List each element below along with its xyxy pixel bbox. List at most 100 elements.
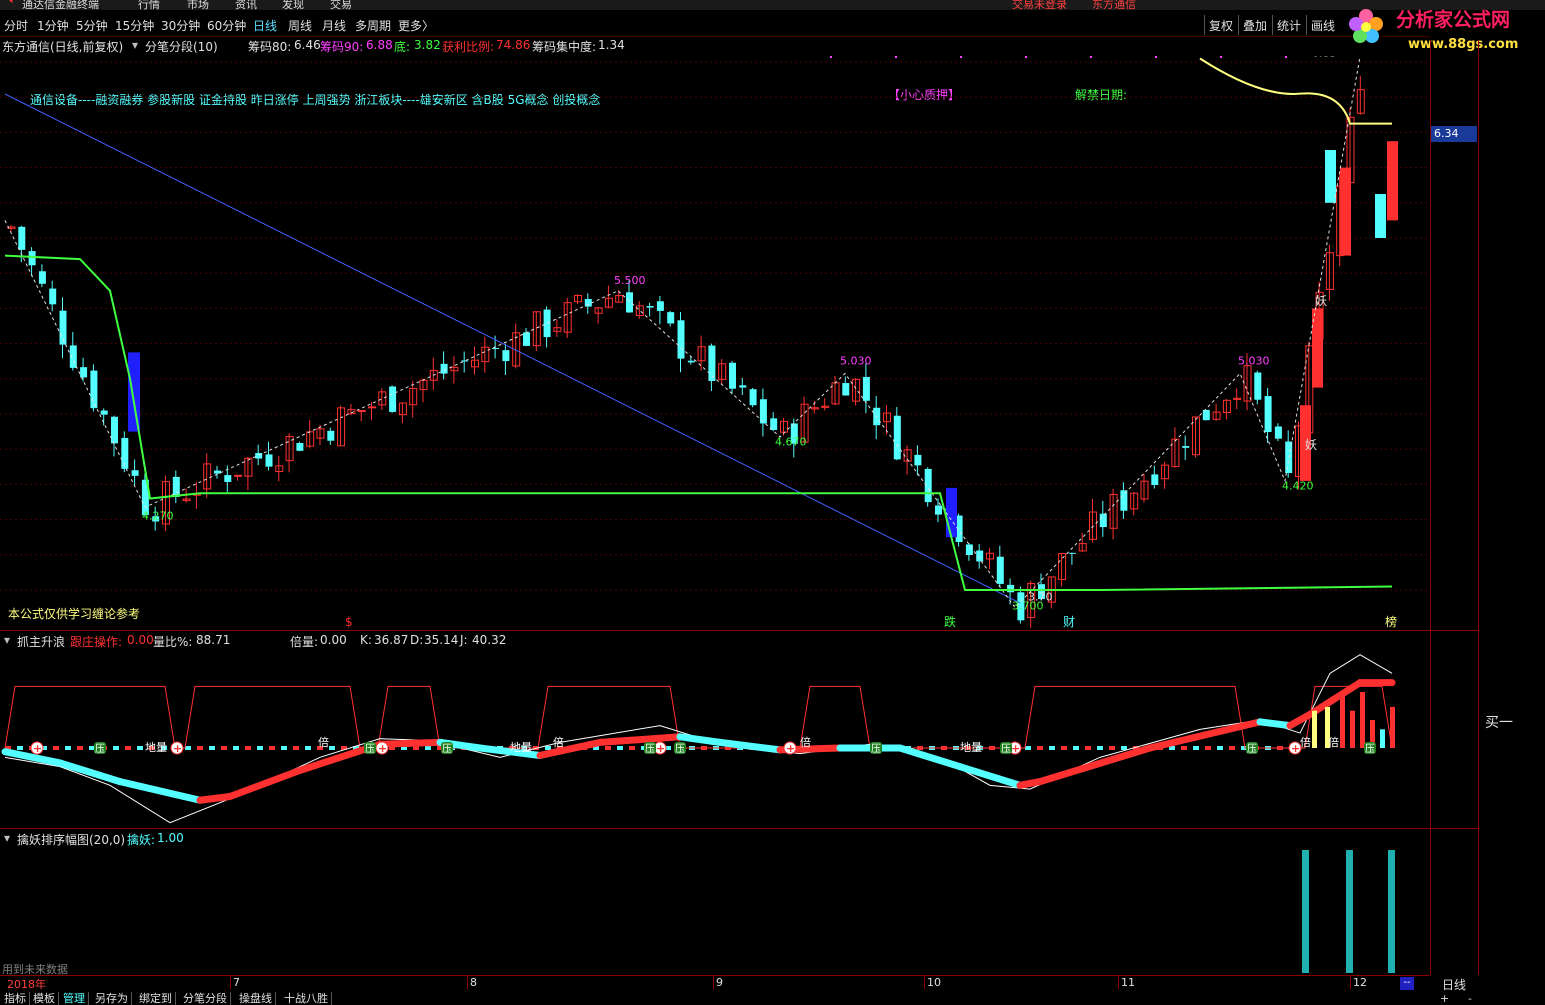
bottom-tab[interactable]: 另存为 (95, 992, 132, 1005)
scroll-end-button[interactable]: -- (1400, 977, 1414, 990)
period-tab-monthly[interactable]: 月线 (322, 17, 346, 34)
zoom-in-button[interactable]: + (1440, 992, 1449, 1005)
candle-body (677, 320, 685, 359)
period-tab-5min[interactable]: 5分钟 (76, 17, 108, 34)
volume-bar (1380, 729, 1385, 748)
zero-dash (1049, 746, 1055, 750)
plus-icon-text: + (656, 742, 665, 755)
restore-rights-button[interactable]: 复权 (1204, 15, 1237, 35)
candle-body (543, 309, 551, 338)
sub1-name[interactable]: 抓主升浪 (17, 633, 65, 650)
current-price-tag: 6.34 (1431, 126, 1477, 142)
statistics-button[interactable]: 统计 (1272, 15, 1305, 35)
zoom-out-button[interactable]: - (1468, 992, 1472, 1005)
candle-body (1120, 490, 1128, 511)
candle-body (100, 410, 108, 415)
period-tab-fenshi[interactable]: 分时 (4, 17, 28, 34)
zero-dash (545, 746, 551, 750)
bottom-tab[interactable]: 操盘线 (239, 992, 276, 1005)
zero-dash (605, 746, 611, 750)
candle-body (368, 406, 376, 409)
period-tab-15min[interactable]: 15分钟 (115, 17, 154, 34)
sub2-chart[interactable] (0, 848, 1430, 973)
candle-body (440, 363, 448, 374)
candle-body (234, 474, 243, 477)
candle-body (296, 443, 304, 451)
main-chart[interactable]: 4.2705.5004.6705.0303.7003.705.0304.4206… (0, 56, 1430, 631)
pivot-label: 5.030 (1238, 355, 1270, 368)
bottom-tab[interactable]: 十战八胜 (284, 992, 332, 1005)
draw-line-button[interactable]: 画线 (1306, 15, 1339, 35)
sub2-name[interactable]: 擒妖排序幅图(20,0) (17, 831, 125, 848)
sub2-toggle-icon[interactable]: ▾ (4, 831, 10, 845)
zero-dash (1193, 746, 1199, 750)
zero-dash (209, 746, 215, 750)
top-dot (1155, 56, 1157, 58)
zero-dash (1037, 746, 1043, 750)
zero-dash (269, 746, 275, 750)
bei-marker: 倍 (318, 735, 329, 749)
sub1-toggle-icon[interactable]: ▾ (4, 633, 10, 647)
top-dot (830, 56, 832, 58)
flower-logo-icon: 分析家公式网 www.88gs.com (1349, 8, 1518, 52)
volume-bar (1312, 710, 1317, 748)
candle-body (656, 301, 664, 311)
zero-dash (65, 746, 71, 750)
period-tab-1min[interactable]: 1分钟 (37, 17, 69, 34)
bottom-tab[interactable]: 绑定到 (139, 992, 176, 1005)
right-panel-label: 买一 (1485, 715, 1513, 731)
bottom-tab[interactable]: 模板 (33, 992, 59, 1005)
period-tab-30min[interactable]: 30分钟 (161, 17, 200, 34)
bottom-tab[interactable]: 指标 (4, 992, 30, 1005)
indicator-toggle-icon[interactable]: ▾ (132, 38, 138, 52)
menu-market[interactable]: 市场 (187, 0, 209, 10)
volume-bar (1340, 695, 1345, 748)
blue-signal-bar (946, 487, 957, 538)
zero-dash (185, 746, 191, 750)
period-tab-daily[interactable]: 日线 (253, 17, 277, 34)
candle-body (38, 271, 46, 284)
signal-marker: 跌 (944, 614, 956, 629)
period-tab-multi[interactable]: 多周期 (355, 17, 391, 34)
time-axis-label: 10 (924, 976, 941, 989)
timeframe-button[interactable]: 日线 (1430, 976, 1478, 992)
top-dot (895, 56, 897, 58)
overlay-button[interactable]: 叠加 (1238, 15, 1271, 35)
menu-app-title[interactable]: 通达信金融终端 (22, 0, 99, 10)
sub2-value: 1.00 (157, 831, 184, 845)
menu-bar: ◥ 通达信金融终端 行情 市场 资讯 发现 交易 交易未登录 东方通信 (0, 0, 1545, 10)
candle-body (1007, 584, 1015, 593)
sub1-ratio-value: 88.71 (196, 633, 231, 647)
candle-body (1099, 513, 1107, 528)
period-tab-more[interactable]: 更多〉 (398, 17, 434, 34)
sub1-chart[interactable]: + + + + + + +压压压压压压压压压地量 地量 地量倍倍倍倍倍 (0, 650, 1430, 828)
menu-quotes[interactable]: 行情 (138, 0, 160, 10)
zero-dash (245, 746, 251, 750)
candle-body (965, 544, 973, 555)
panel-divider-2 (0, 828, 1478, 829)
trade-login-status[interactable]: 交易未登录 (1012, 0, 1067, 10)
yao-bar (1388, 850, 1395, 973)
zero-dash (629, 746, 635, 750)
period-tab-60min[interactable]: 60分钟 (207, 17, 246, 34)
band-segment (1036, 744, 1154, 786)
signal-marker: $ (345, 615, 353, 629)
bottom-tab[interactable]: 分笔分段 (183, 992, 231, 1005)
ya-icon-text: 压 (1247, 743, 1257, 755)
menu-discover[interactable]: 发现 (282, 0, 304, 10)
menu-news[interactable]: 资讯 (235, 0, 257, 10)
zero-dash (1229, 746, 1235, 750)
zero-dash (1109, 746, 1115, 750)
candle-body (18, 226, 26, 250)
sub1-j-label: J: (460, 633, 468, 647)
bei-marker: 倍 (800, 735, 811, 749)
indicator-name[interactable]: 分笔分段(10) (145, 38, 218, 55)
bottom-tab[interactable]: 管理 (63, 992, 89, 1005)
zero-dash (125, 746, 131, 750)
time-axis-label: 12 (1350, 976, 1367, 989)
menu-trade[interactable]: 交易 (330, 0, 352, 10)
candle-body (996, 556, 1004, 584)
period-tab-weekly[interactable]: 周线 (288, 17, 312, 34)
ya-icon-text: 压 (442, 743, 452, 755)
zero-dash (1181, 746, 1187, 750)
